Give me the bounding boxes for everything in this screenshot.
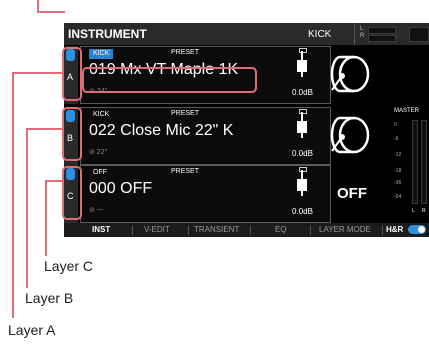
layer-b-instrument-name[interactable]: 022 Close Mic 22" K	[89, 122, 233, 140]
callout-layer-b: Layer B	[25, 290, 74, 306]
highlight-layer-a-name	[82, 67, 257, 93]
layer-c-instrument-name[interactable]: 000 OFF	[89, 180, 152, 198]
layer-b-preset-label: PRESET	[171, 110, 200, 117]
layer-b[interactable]: B KICK PRESET 022 Close Mic 22" K ⊘ 22" …	[64, 107, 429, 165]
layer-a-preset-label: PRESET	[171, 49, 200, 56]
layer-c-fader-knob[interactable]	[297, 179, 307, 191]
leader-a-horizontal	[37, 11, 65, 13]
layer-b-fader-knob[interactable]	[297, 121, 307, 133]
master-meter: MASTER 0 -6 -12 -18 -36 -54 L R	[394, 108, 429, 218]
header-meter-l	[368, 27, 396, 34]
highlight-layer-c-tab	[62, 166, 82, 220]
header-l-label: L	[360, 26, 364, 32]
callout-layer-c: Layer C	[44, 258, 94, 274]
master-tick: 0	[394, 122, 397, 128]
header-r-label: R	[360, 33, 365, 39]
master-label: MASTER	[394, 108, 420, 114]
layer-b-tune: ⊘ 22"	[89, 149, 108, 156]
header-bar: INSTRUMENT KICK L R	[64, 23, 429, 45]
layer-c-preset-label: PRESET	[171, 168, 200, 175]
tab-bar: INST V-EDIT TRANSIENT EQ LAYER MODE H&R	[64, 223, 429, 237]
master-tick: -54	[394, 194, 402, 200]
master-meter-l	[412, 120, 418, 204]
leader-b-main	[26, 128, 28, 288]
master-tick: -6	[394, 136, 399, 142]
leader-b-top	[26, 128, 66, 130]
leader-a-top	[12, 72, 66, 74]
highlight-layer-b-tab	[62, 107, 82, 161]
tab-divider	[382, 225, 383, 235]
header-level-box	[409, 27, 429, 42]
tab-inst[interactable]: INST	[92, 225, 110, 234]
layer-b-inst-label: KICK	[93, 111, 110, 118]
tab-layer-mode[interactable]: LAYER MODE	[319, 225, 371, 234]
master-tick: -36	[394, 180, 402, 186]
h-r-toggle-knob	[418, 226, 425, 233]
tab-divider	[188, 225, 189, 235]
highlight-layer-a-tab	[62, 47, 82, 101]
tab-v-edit[interactable]: V-EDIT	[144, 225, 170, 234]
kick-drum-icon	[330, 55, 370, 93]
layer-c[interactable]: C OFF PRESET 000 OFF ⊘ --- 0.0dB OFF	[64, 165, 429, 223]
header-lr-labels: L R	[360, 26, 364, 40]
layer-c-level: 0.0dB	[292, 207, 313, 216]
layer-c-inst-label: OFF	[93, 169, 107, 176]
header-divider	[354, 23, 355, 45]
kit-name: KICK	[308, 29, 332, 40]
layer-a-level: 0.0dB	[292, 88, 313, 97]
layer-c-off-label: OFF	[337, 185, 367, 202]
callout-layer-a: Layer A	[8, 322, 56, 338]
layer-c-tune: ⊘ ---	[89, 207, 104, 214]
master-tick: -18	[394, 168, 402, 174]
leader-a-main	[12, 72, 14, 318]
tab-transient[interactable]: TRANSIENT	[194, 225, 239, 234]
h-r-toggle-switch[interactable]	[408, 225, 426, 234]
page-title: INSTRUMENT	[68, 27, 147, 41]
tab-eq[interactable]: EQ	[275, 225, 287, 234]
layer-a-inst-label: KICK	[89, 49, 114, 59]
master-meter-r	[421, 120, 427, 204]
tab-divider	[310, 225, 311, 235]
master-tick: -12	[394, 152, 402, 158]
tab-h-r[interactable]: H&R	[386, 225, 403, 234]
leader-c-main	[45, 180, 47, 256]
layer-a-fader-knob[interactable]	[297, 60, 307, 72]
master-l-label: L	[412, 208, 415, 214]
instrument-screen: INSTRUMENT KICK L R A KICK PRESET 019 Mx…	[64, 23, 429, 237]
header-meter-r	[368, 35, 396, 42]
tab-divider	[132, 225, 133, 235]
kick-drum-icon	[330, 116, 370, 154]
tab-divider	[250, 225, 251, 235]
layer-b-level: 0.0dB	[292, 149, 313, 158]
master-r-label: R	[422, 208, 426, 214]
